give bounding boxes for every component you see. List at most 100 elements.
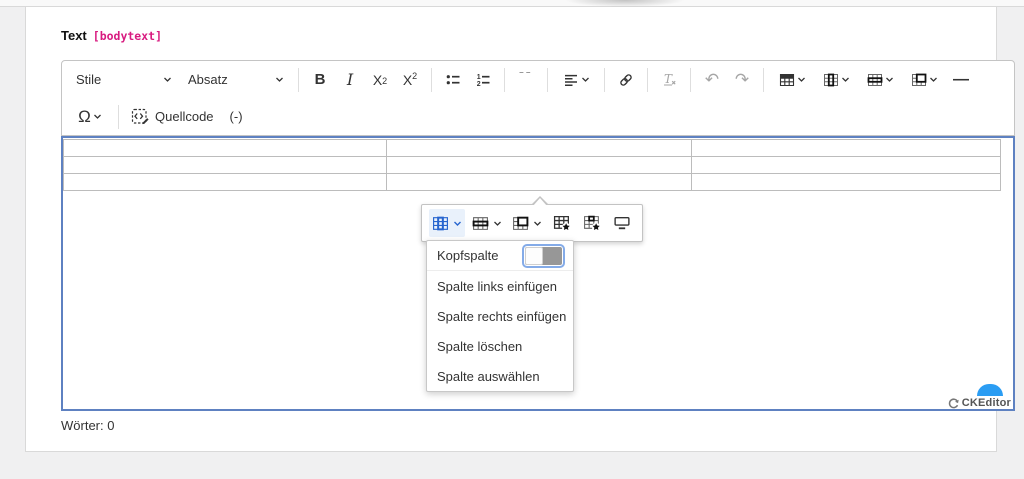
toolbar-row-2: Ω Quellcode (-) <box>68 98 1008 135</box>
bold-button[interactable]: B <box>306 66 334 94</box>
bold-icon: B <box>314 71 326 88</box>
bulleted-list-icon <box>446 74 460 84</box>
field-label: Text [bodytext] <box>61 28 162 43</box>
horizontal-line-button[interactable]: — <box>947 66 975 94</box>
table-cell[interactable] <box>386 156 692 174</box>
menu-item-insert-column-left[interactable]: Spalte links einfügen <box>427 271 573 301</box>
toolbar-separator <box>604 67 605 92</box>
ckeditor-badge-label: CKEditor <box>961 397 1011 409</box>
chevron-down-icon <box>929 77 937 82</box>
text-alignment-dropdown[interactable] <box>555 66 597 94</box>
table-column-dropdown[interactable] <box>815 66 857 94</box>
table-cell[interactable] <box>62 173 388 191</box>
styles-dropdown-label: Stile <box>76 72 102 87</box>
menu-item-label: Spalte auswählen <box>437 368 540 384</box>
field-label-text: Text <box>61 28 87 43</box>
chevron-down-icon <box>534 221 541 226</box>
undo-button[interactable]: ↶ <box>698 66 726 94</box>
toolbar-separator <box>647 67 648 92</box>
balloon-cell-properties-button[interactable] <box>579 209 605 237</box>
balloon-table-properties-button[interactable] <box>549 209 575 237</box>
toolbar-separator <box>690 67 691 92</box>
minus-item[interactable]: (-) <box>230 109 243 124</box>
horizontal-line-icon: — <box>953 70 969 88</box>
bulleted-list-button[interactable] <box>439 66 467 94</box>
menu-item-header-column[interactable]: Kopfspalte <box>427 241 573 271</box>
undo-icon: ↶ <box>704 70 720 89</box>
balloon-toggle-caption-button[interactable] <box>609 209 635 237</box>
menu-item-select-column[interactable]: Spalte auswählen <box>427 361 573 391</box>
menu-item-label: Spalte rechts einfügen <box>437 308 567 324</box>
toggle-knob <box>525 246 543 265</box>
chevron-down-icon <box>276 77 283 82</box>
table-row-dropdown[interactable] <box>859 66 901 94</box>
form-panel: Text [bodytext] Stile Absatz B I X2 X 2 … <box>25 7 1015 452</box>
blockquote-icon: “ <box>517 72 534 88</box>
superscript-button[interactable]: X2 <box>396 66 424 94</box>
styles-dropdown[interactable]: Stile <box>68 66 180 94</box>
ckeditor-logo-icon <box>948 397 959 408</box>
menu-item-insert-column-right[interactable]: Spalte rechts einfügen <box>427 301 573 331</box>
source-editing-button[interactable]: Quellcode <box>126 103 219 131</box>
table-column-menu: Kopfspalte Spalte links einfügen Spalte … <box>426 240 574 392</box>
toolbar-separator <box>118 104 119 129</box>
table-cell[interactable] <box>386 173 692 191</box>
table-row-icon <box>867 73 882 86</box>
top-divider <box>0 0 1024 7</box>
svg-text:1: 1 <box>477 74 481 81</box>
table-cell[interactable] <box>690 173 1002 191</box>
numbered-list-button[interactable]: 1 2 <box>469 66 497 94</box>
special-characters-dropdown[interactable]: Ω <box>69 103 111 131</box>
italic-button[interactable]: I <box>336 66 364 94</box>
ckeditor-badge: CKEditor <box>931 383 1011 410</box>
insert-table-dropdown[interactable] <box>771 66 813 94</box>
toolbar-separator <box>763 67 764 92</box>
table-row <box>62 156 1002 174</box>
chevron-down-icon <box>841 77 849 82</box>
table-balloon-toolbar <box>421 196 643 242</box>
insert-table-icon <box>779 73 794 86</box>
italic-icon: I <box>346 70 354 89</box>
toolbar-separator <box>547 67 548 92</box>
chevron-down-icon <box>494 221 501 226</box>
table-cell[interactable] <box>62 156 388 174</box>
blockquote-button[interactable]: “ <box>512 66 540 94</box>
table-cell[interactable] <box>386 139 692 157</box>
remove-format-button[interactable]: T <box>655 66 683 94</box>
editor-toolbar: Stile Absatz B I X2 X2 1 2 T ↶ ↷ — Ω Que… <box>61 60 1015 136</box>
table-column-icon <box>433 216 448 230</box>
paragraph-dropdown[interactable]: Absatz <box>180 66 292 94</box>
content-table[interactable] <box>62 139 1002 191</box>
merge-cells-dropdown[interactable] <box>903 66 945 94</box>
link-button[interactable] <box>612 66 640 94</box>
table-cell[interactable] <box>690 156 1002 174</box>
paragraph-dropdown-label: Absatz <box>188 72 228 87</box>
menu-item-label: Spalte links einfügen <box>437 278 557 294</box>
table-row-icon <box>472 216 489 230</box>
omega-icon: Ω <box>78 106 91 126</box>
table-cell[interactable] <box>62 139 388 157</box>
word-count: Wörter: 0 <box>61 418 115 433</box>
svg-text:T: T <box>664 72 673 86</box>
svg-text:2: 2 <box>477 81 481 88</box>
table-properties-icon <box>553 216 571 232</box>
toolbar-row-1: Stile Absatz B I X2 X2 1 2 T ↶ ↷ — <box>68 61 1008 98</box>
toolbar-separator <box>298 67 299 92</box>
chevron-down-icon <box>93 114 101 119</box>
chevron-down-icon <box>454 221 461 226</box>
balloon-table-row-dropdown[interactable] <box>469 209 505 237</box>
chevron-down-icon <box>164 77 171 82</box>
link-icon <box>620 73 632 86</box>
table-cell[interactable] <box>690 139 1002 157</box>
subscript-icon: X2 <box>372 71 388 88</box>
subscript-button[interactable]: X2 <box>366 66 394 94</box>
menu-item-delete-column[interactable]: Spalte löschen <box>427 331 573 361</box>
table-row <box>62 139 1002 157</box>
redo-button[interactable]: ↷ <box>728 66 756 94</box>
merge-cells-icon <box>513 216 529 230</box>
balloon-table-column-dropdown[interactable] <box>429 209 465 237</box>
ckeditor-balloon-shape <box>977 384 1003 396</box>
header-column-toggle[interactable] <box>524 245 563 266</box>
source-editing-label: Quellcode <box>155 109 214 124</box>
balloon-merge-cells-dropdown[interactable] <box>509 209 545 237</box>
